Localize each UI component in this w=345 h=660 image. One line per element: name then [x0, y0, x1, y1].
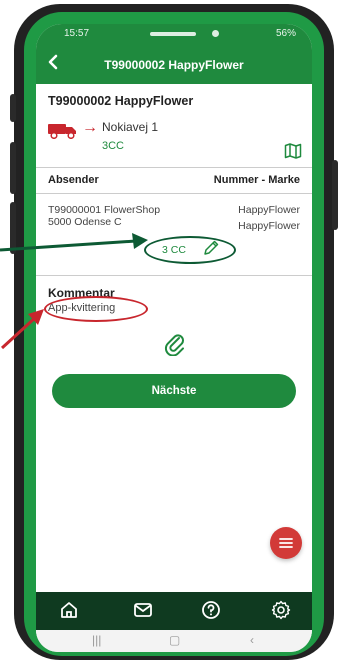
- annotation-arrows: [0, 233, 148, 350]
- annotation-arrowhead-green: [132, 233, 148, 249]
- annotation-arrow-red: [0, 315, 38, 350]
- annotation-arrow-green: [0, 239, 137, 252]
